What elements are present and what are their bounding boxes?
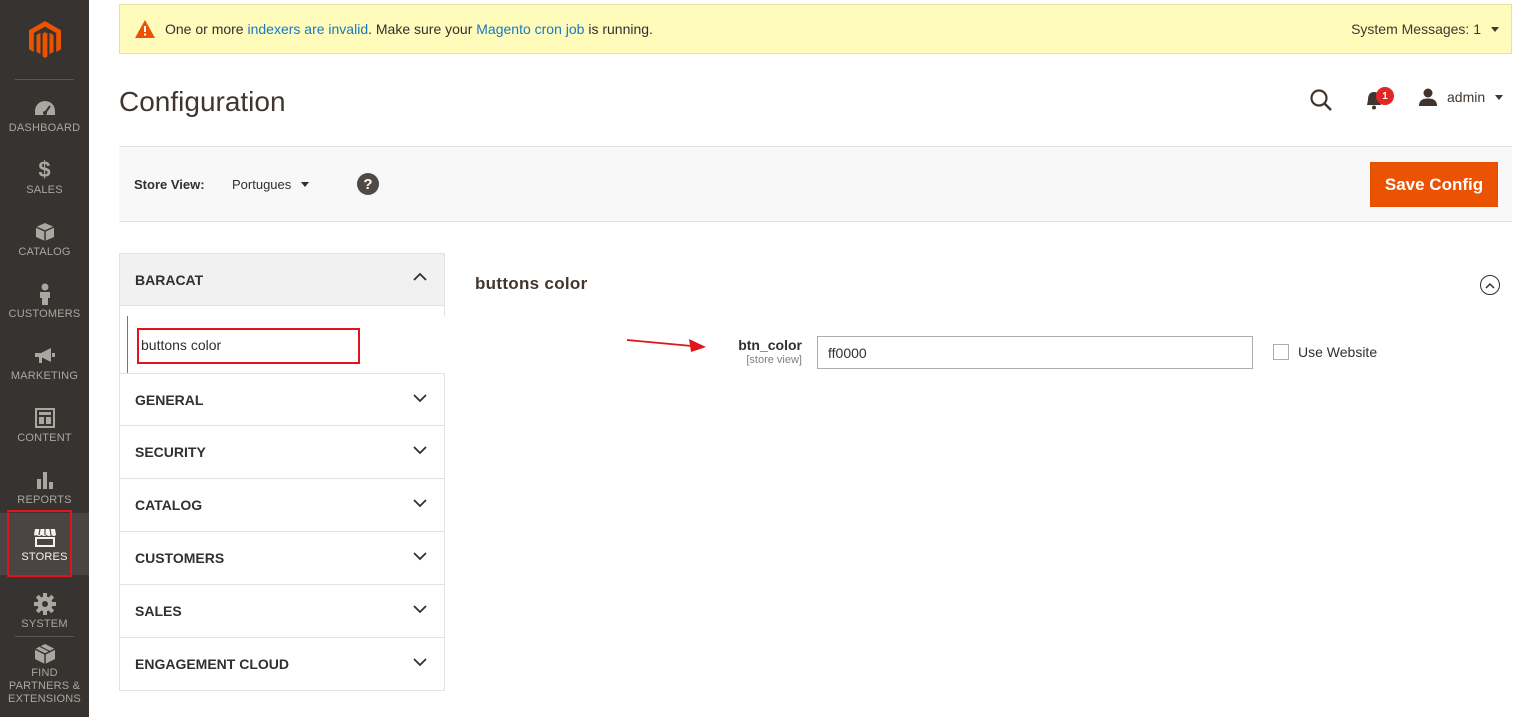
chevron-down-icon bbox=[1491, 26, 1499, 32]
chevron-down-icon bbox=[413, 605, 427, 614]
user-icon bbox=[1419, 88, 1437, 106]
nav-label: CONTENT bbox=[17, 431, 72, 444]
chevron-down-icon bbox=[413, 394, 427, 403]
nav-system[interactable]: SYSTEM bbox=[0, 580, 89, 642]
warning-icon bbox=[135, 20, 155, 38]
chevron-up-icon bbox=[413, 272, 427, 281]
store-view-label: Store View: bbox=[134, 177, 205, 192]
tab-customers[interactable]: CUSTOMERS bbox=[119, 532, 445, 585]
red-arrow-annotation bbox=[626, 339, 706, 352]
nav-label: MARKETING bbox=[10, 369, 79, 382]
chevron-down-icon bbox=[413, 446, 427, 455]
gear-icon bbox=[33, 592, 57, 616]
cron-job-link[interactable]: Magento cron job bbox=[476, 21, 584, 37]
system-message-bar: One or more indexers are invalid. Make s… bbox=[119, 4, 1512, 54]
chevron-down-icon bbox=[1495, 94, 1504, 100]
highlight-box bbox=[7, 510, 72, 577]
sidebar-divider bbox=[15, 79, 74, 80]
nav-marketing[interactable]: MARKETING bbox=[0, 332, 89, 394]
tab-baracat[interactable]: BARACAT bbox=[119, 253, 445, 306]
tab-security[interactable]: SECURITY bbox=[119, 426, 445, 479]
highlight-box bbox=[137, 328, 360, 364]
message-text: One or more indexers are invalid. Make s… bbox=[165, 21, 653, 37]
tab-general[interactable]: GENERAL bbox=[119, 373, 445, 426]
magento-logo[interactable] bbox=[0, 0, 89, 79]
dollar-icon: $ bbox=[38, 156, 51, 182]
nav-label: REPORTS bbox=[17, 493, 72, 506]
nav-sales[interactable]: $ SALES bbox=[0, 146, 89, 208]
checkbox[interactable] bbox=[1273, 344, 1289, 360]
layout-icon bbox=[33, 406, 57, 430]
megaphone-icon bbox=[33, 344, 57, 368]
nav-content[interactable]: CONTENT bbox=[0, 394, 89, 456]
username: admin bbox=[1447, 89, 1486, 105]
save-config-button[interactable]: Save Config bbox=[1370, 162, 1498, 207]
btn-color-label: btn_color [store view] bbox=[738, 337, 802, 366]
nav-customers[interactable]: CUSTOMERS bbox=[0, 270, 89, 332]
user-menu[interactable]: admin bbox=[1418, 86, 1504, 108]
person-icon bbox=[33, 282, 57, 306]
tab-catalog[interactable]: CATALOG bbox=[119, 479, 445, 532]
tab-engagement-cloud[interactable]: ENGAGEMENT CLOUD bbox=[119, 638, 445, 691]
nav-dashboard[interactable]: DASHBOARD bbox=[0, 84, 89, 146]
nav-label: SALES bbox=[26, 183, 63, 196]
chevron-down-icon bbox=[413, 499, 427, 508]
nav-label: CUSTOMERS bbox=[8, 307, 81, 320]
dashboard-icon bbox=[33, 96, 57, 120]
sidebar-divider bbox=[15, 636, 74, 637]
nav-catalog[interactable]: CATALOG bbox=[0, 208, 89, 270]
help-icon[interactable]: ? bbox=[357, 173, 379, 195]
chevron-down-icon bbox=[413, 658, 427, 667]
chevron-down-icon bbox=[301, 182, 310, 187]
nav-label: DASHBOARD bbox=[8, 121, 81, 134]
collapse-icon[interactable] bbox=[1480, 275, 1500, 295]
nav-label: CATALOG bbox=[18, 245, 71, 258]
nav-reports[interactable]: REPORTS bbox=[0, 456, 89, 518]
admin-sidebar: DASHBOARD $ SALES CATALOG CUSTOMERS MARK… bbox=[0, 0, 89, 717]
section-title[interactable]: buttons color bbox=[475, 274, 588, 294]
config-toolbar: Store View: Portugues ? Save Config bbox=[119, 146, 1512, 222]
chevron-down-icon bbox=[413, 552, 427, 561]
nav-find-partners[interactable]: FIND PARTNERS & EXTENSIONS bbox=[0, 643, 89, 705]
config-tabs: BARACAT buttons color GENERAL SECURITY C… bbox=[119, 253, 446, 691]
system-messages-dropdown[interactable]: System Messages: 1 bbox=[1351, 5, 1499, 53]
box-icon bbox=[33, 220, 57, 244]
nav-label: SYSTEM bbox=[21, 617, 68, 630]
scope-label: [store view] bbox=[746, 354, 802, 366]
store-view-switcher[interactable]: Portugues bbox=[232, 177, 310, 192]
search-icon[interactable] bbox=[1309, 88, 1333, 112]
tab-sales[interactable]: SALES bbox=[119, 585, 445, 638]
indexers-link[interactable]: indexers are invalid bbox=[247, 21, 368, 37]
notification-badge: 1 bbox=[1376, 87, 1394, 105]
page-title: Configuration bbox=[119, 86, 286, 117]
extensions-icon bbox=[33, 643, 57, 665]
nav-label: FIND PARTNERS & EXTENSIONS bbox=[8, 666, 81, 705]
use-website-checkbox[interactable]: Use Website bbox=[1273, 344, 1377, 360]
btn-color-input[interactable] bbox=[817, 336, 1253, 369]
bar-chart-icon bbox=[33, 468, 57, 492]
